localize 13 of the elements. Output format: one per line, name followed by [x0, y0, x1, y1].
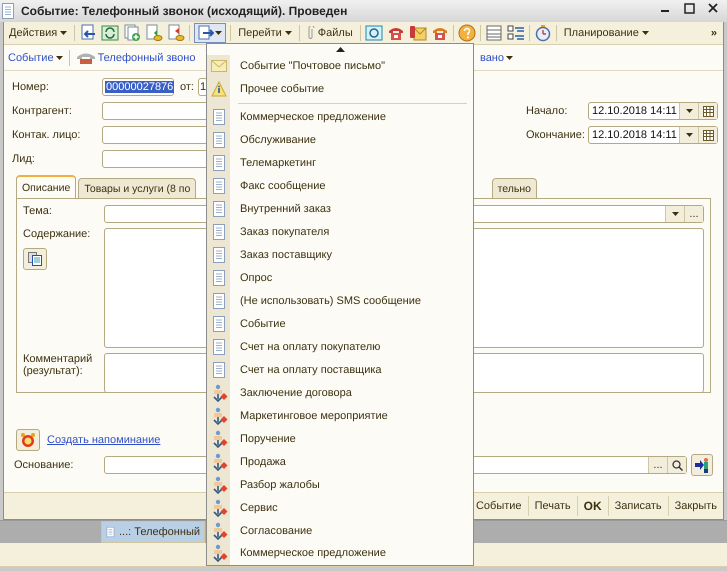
field-label: Контак. лицо: [12, 129, 82, 141]
field-label: Номер: [12, 81, 50, 93]
field-label: Содержание: [23, 228, 90, 240]
field-label: от: [180, 81, 194, 93]
field-label: Лид: [12, 153, 36, 165]
field-label: Тема: [23, 205, 53, 219]
field-label: Комментарий (результат): [23, 353, 94, 379]
field-label: Начало: [526, 105, 568, 117]
field-label: Окончание: [526, 129, 586, 141]
window-title: Событие: Телефонный звонок (исходящий). Проведен [21, 4, 348, 18]
field-label: Основание: [14, 459, 74, 471]
field-label: Контрагент: [12, 105, 73, 117]
number-value: 00000027876 [105, 81, 174, 93]
